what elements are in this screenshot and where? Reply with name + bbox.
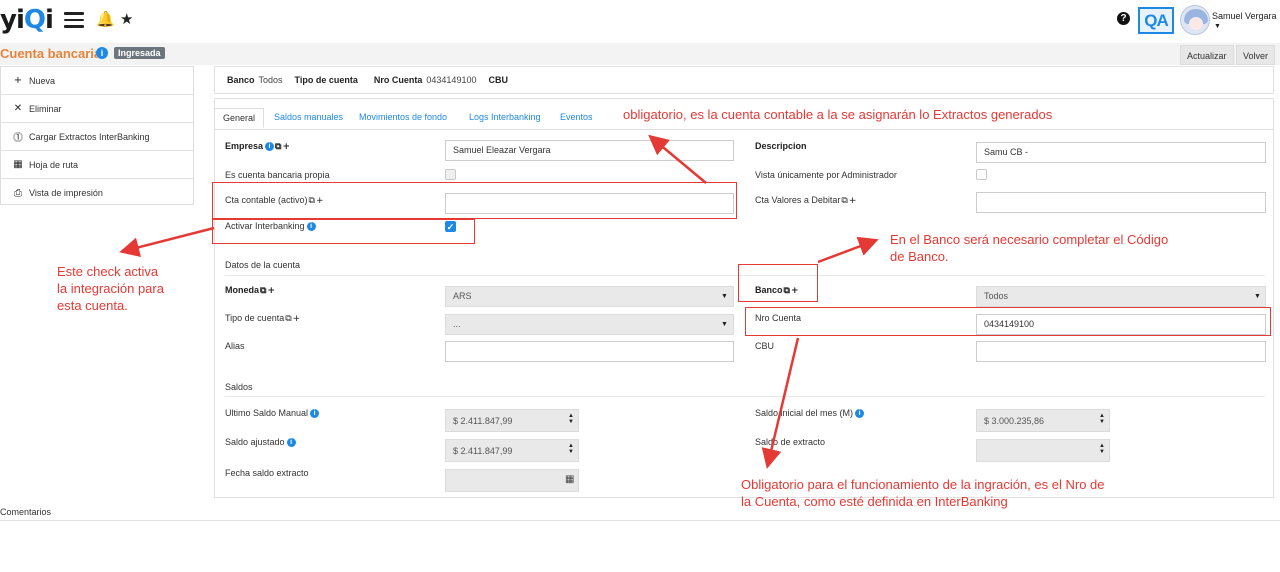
annotation-banco: En el Banco será necesario completar el … [890, 232, 1169, 264]
arrow-to-interbanking [119, 226, 215, 257]
annotation-interbanking: Este check activa la integración para esta… [57, 264, 164, 313]
arrow-to-nro-cuenta [761, 337, 800, 469]
annotation-nro-cuenta: Obligatorio para el funcionamiento de la… [741, 477, 1105, 509]
arrow-to-cta-contable [648, 134, 707, 184]
arrow-to-banco [817, 236, 879, 264]
annotation-cta-contable: obligatorio, es la cuenta contable a la … [623, 107, 1053, 122]
